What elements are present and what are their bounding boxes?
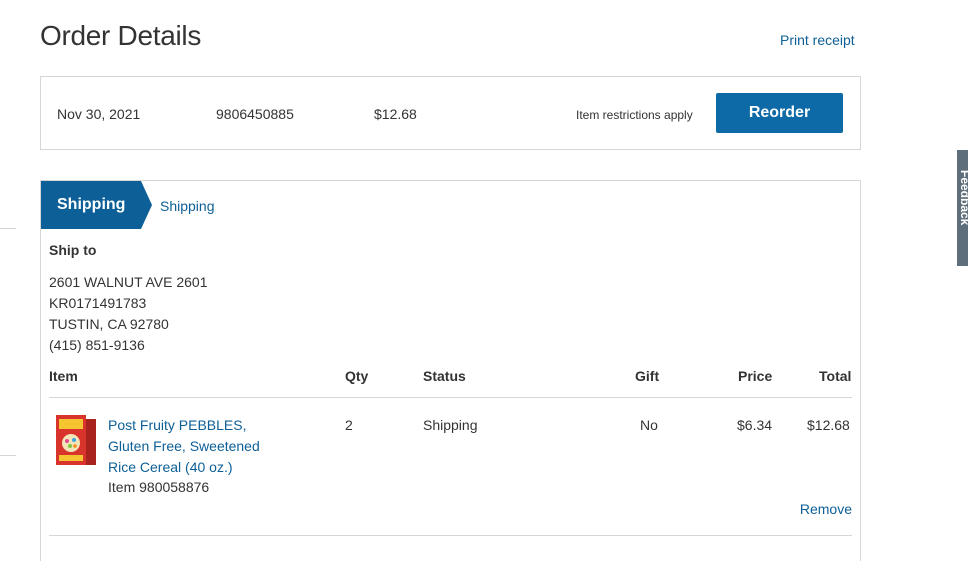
col-header-gift: Gift (635, 368, 660, 384)
address-phone: (415) 851-9136 (49, 337, 145, 353)
cereal-box-icon[interactable] (54, 413, 98, 469)
product-total: $12.68 (807, 417, 850, 433)
shipping-status-link[interactable]: Shipping (160, 198, 215, 214)
address-line: TUSTIN, CA 92780 (49, 316, 169, 332)
shipping-tab-arrow (141, 181, 152, 229)
product-qty: 2 (345, 417, 353, 433)
shipping-tab[interactable]: Shipping (41, 181, 141, 229)
col-header-qty: Qty (345, 368, 369, 384)
product-status: Shipping (423, 417, 478, 433)
product-item-number: Item 980058876 (108, 479, 210, 495)
ship-to-label: Ship to (49, 242, 97, 258)
product-name-link[interactable]: Post Fruity PEBBLES, Gluten Free, Sweete… (108, 415, 283, 478)
order-summary: Nov 30, 2021 9806450885 $12.68 Item rest… (40, 76, 861, 150)
feedback-tab[interactable]: Feedback (957, 150, 968, 266)
col-header-status: Status (423, 368, 466, 384)
shipping-section: Shipping Shipping Ship to 2601 WALNUT AV… (40, 180, 861, 561)
item-restrictions-note: Item restrictions apply (576, 108, 693, 122)
table-divider (49, 397, 852, 398)
feedback-label: Feedback (958, 170, 968, 226)
col-header-item: Item (49, 368, 78, 384)
print-receipt-link[interactable]: Print receipt (780, 32, 855, 48)
address-line: KR0171491783 (49, 295, 147, 311)
product-gift: No (640, 417, 658, 433)
left-edge-line (0, 455, 16, 456)
order-number: 9806450885 (216, 106, 294, 122)
left-edge-line (0, 228, 16, 229)
reorder-button[interactable]: Reorder (716, 93, 843, 133)
table-divider (49, 535, 852, 536)
col-header-total: Total (819, 368, 852, 384)
order-date: Nov 30, 2021 (57, 106, 141, 122)
remove-link[interactable]: Remove (800, 501, 852, 517)
address-line: 2601 WALNUT AVE 2601 (49, 274, 208, 290)
page-title: Order Details (40, 20, 202, 51)
product-price: $6.34 (737, 417, 773, 433)
col-header-price: Price (738, 368, 773, 384)
order-total: $12.68 (374, 106, 417, 122)
